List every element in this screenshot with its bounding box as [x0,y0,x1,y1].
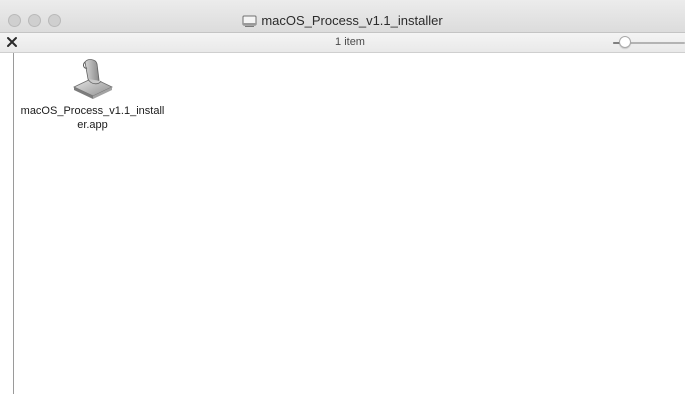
window-left-border [13,53,14,394]
installer-app-icon [72,59,113,99]
file-name-line2: er.app [77,119,108,131]
status-bar: 1 item [0,33,685,53]
window-title: macOS_Process_v1.1_installer [261,13,443,28]
file-name-line1: macOS_Process_v1.1_install [20,105,165,117]
title-bar[interactable]: macOS_Process_v1.1_installer [0,0,685,33]
window-title-area: macOS_Process_v1.1_installer [0,13,685,29]
item-count: 1 item [335,36,365,48]
icon-size-slider-thumb[interactable] [619,36,631,48]
finder-window: macOS_Process_v1.1_installer 1 item macO… [0,0,685,394]
drive-icon [242,15,257,27]
file-item-installer-app[interactable]: macOS_Process_v1.1_install er.app [20,56,165,132]
file-name: macOS_Process_v1.1_install er.app [20,104,165,132]
